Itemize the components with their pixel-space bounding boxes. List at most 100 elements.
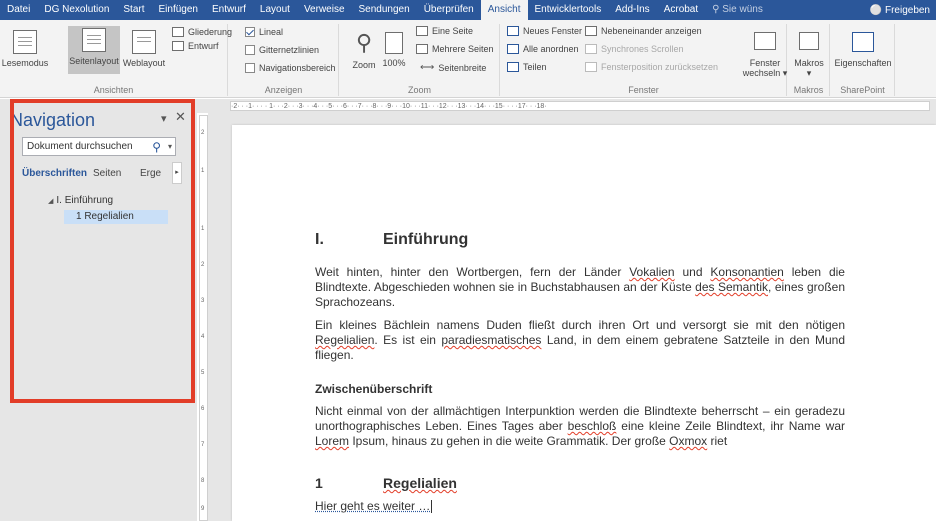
gliederung-label: Gliederung xyxy=(188,27,233,37)
tell-me-box[interactable]: ⚲ Sie wüns xyxy=(705,0,770,20)
tab-dg-nexolution[interactable]: DG Nexolution xyxy=(37,0,116,20)
subheading[interactable]: Zwischenüberschrift xyxy=(315,382,432,396)
outline-icon xyxy=(172,27,184,37)
eine-seite-button[interactable]: Eine Seite xyxy=(416,26,473,36)
lineal-checkbox[interactable]: Lineal xyxy=(245,27,283,37)
synchrones-scrollen-button[interactable]: Synchrones Scrollen xyxy=(585,44,684,54)
fenster-wechseln-label-2: wechseln ▾ xyxy=(742,68,788,78)
split-icon xyxy=(507,62,519,72)
group-label-zoom: Zoom xyxy=(407,85,431,95)
mehrere-seiten-label: Mehrere Seiten xyxy=(432,44,494,54)
tab-add-ins[interactable]: Add-Ins xyxy=(608,0,656,20)
tab-sendungen[interactable]: Sendungen xyxy=(352,0,417,20)
alle-anordnen-button[interactable]: Alle anordnen xyxy=(507,44,579,54)
navigationsbereich-check-icon xyxy=(245,63,255,73)
zoom-100-label: 100% xyxy=(382,58,406,68)
heading-2-number[interactable]: 1 xyxy=(315,475,323,491)
share-button[interactable]: ⚪ Freigeben xyxy=(870,5,936,16)
group-zoom: ⚲ Zoom 100% Eine Seite Mehrere Seiten ⟷ S… xyxy=(340,24,500,96)
navigationsbereich-checkbox[interactable]: Navigationsbereich xyxy=(245,63,336,73)
gitternetzlinien-label: Gitternetzlinien xyxy=(259,45,320,55)
seitenlayout-button[interactable]: Seitenlayout xyxy=(68,26,120,74)
vruler-num: 1 xyxy=(201,168,205,174)
page-width-icon: ⟷ xyxy=(420,62,435,73)
person-icon: ⚪ xyxy=(869,4,882,16)
tab-ansicht[interactable]: Ansicht xyxy=(480,0,528,20)
horizontal-ruler[interactable]: ·2· · ·1· · · · 1· · ·2· · ·3· · ·4· · ·… xyxy=(230,101,930,111)
entwurf-label: Entwurf xyxy=(188,41,219,51)
p1-text: Weit hinten, hinter den Wortbergen, fern… xyxy=(315,265,630,279)
fenster-wechseln-label-1: Fenster xyxy=(749,58,781,68)
group-label-ansichten: Ansichten xyxy=(93,85,134,95)
paragraph-3[interactable]: Nicht einmal von der allmächtigen Interp… xyxy=(315,404,845,449)
group-label-anzeigen: Anzeigen xyxy=(264,85,303,95)
tab-acrobat[interactable]: Acrobat xyxy=(657,0,705,20)
draft-icon xyxy=(172,41,184,51)
p3-misspelled-word: Oxmox xyxy=(669,434,708,448)
group-fenster: Neues Fenster Alle anordnen Teilen Neben… xyxy=(501,24,787,96)
p1-misspelled-word: Vokalien xyxy=(629,265,675,279)
p3-misspelled-word: beschloß xyxy=(567,419,617,433)
p1-text: und xyxy=(674,265,711,279)
paragraph-2[interactable]: Ein kleines Bächlein namens Duden fließt… xyxy=(315,318,845,363)
group-anzeigen: Lineal Gitternetzlinien Navigationsberei… xyxy=(229,24,339,96)
neues-fenster-button[interactable]: Neues Fenster xyxy=(507,26,582,36)
tab-layout[interactable]: Layout xyxy=(253,0,297,20)
word-window: Datei DG Nexolution Start Einfügen Entwu… xyxy=(0,0,936,521)
fensterposition-label: Fensterposition zurücksetzen xyxy=(601,62,719,72)
seitenbreite-label: Seitenbreite xyxy=(438,62,487,73)
paragraph-4[interactable]: Hier geht es weiter … xyxy=(315,499,433,514)
fenster-wechseln-text: wechseln xyxy=(742,68,781,78)
gitternetzlinien-check-icon xyxy=(245,45,255,55)
multiple-pages-icon xyxy=(416,44,428,54)
zoom-100-button[interactable]: 100% xyxy=(382,30,406,68)
heading-1-text[interactable]: Einführung xyxy=(383,231,468,249)
group-sharepoint: Eigenschaften SharePoint xyxy=(831,24,895,96)
eigenschaften-button[interactable]: Eigenschaften xyxy=(833,30,893,68)
weblayout-button[interactable]: Weblayout xyxy=(122,28,166,68)
tab-entwicklertools[interactable]: Entwicklertools xyxy=(528,0,609,20)
zoom-label: Zoom xyxy=(352,60,376,70)
ribbon-tab-bar: Datei DG Nexolution Start Einfügen Entwu… xyxy=(0,0,936,20)
fenster-wechseln-button[interactable]: Fenster wechseln ▾ xyxy=(742,30,788,79)
vruler-num: 2 xyxy=(201,130,205,136)
gliederung-button[interactable]: Gliederung xyxy=(172,27,232,37)
teilen-button[interactable]: Teilen xyxy=(507,62,547,72)
mehrere-seiten-button[interactable]: Mehrere Seiten xyxy=(416,44,494,54)
arrange-all-icon xyxy=(507,44,519,54)
share-label: Freigeben xyxy=(884,4,930,16)
lightbulb-icon: ⚲ xyxy=(712,4,720,15)
ribbon: Lesemodus Seitenlayout Weblayout Glieder… xyxy=(0,20,936,98)
lesemodus-label: Lesemodus xyxy=(1,58,49,68)
heading-1-number[interactable]: I. xyxy=(315,231,324,249)
tab-ueberpruefen[interactable]: Überprüfen xyxy=(417,0,481,20)
tab-einfuegen[interactable]: Einfügen xyxy=(152,0,205,20)
seitenbreite-button[interactable]: ⟷ Seitenbreite xyxy=(420,62,486,73)
zoom-button[interactable]: ⚲ Zoom xyxy=(350,30,378,70)
entwurf-button[interactable]: Entwurf xyxy=(172,41,219,51)
fensterposition-button[interactable]: Fensterposition zurücksetzen xyxy=(585,62,718,72)
vruler-num: 1 xyxy=(201,226,205,232)
print-layout-icon xyxy=(82,28,106,52)
tab-entwurf[interactable]: Entwurf xyxy=(205,0,253,20)
nebeneinander-button[interactable]: Nebeneinander anzeigen xyxy=(585,26,702,36)
one-page-icon xyxy=(416,26,428,36)
vertical-ruler[interactable]: 2 1 1 2 3 4 5 6 7 8 9 xyxy=(199,115,208,521)
vruler-num: 4 xyxy=(201,334,205,340)
text-cursor xyxy=(431,500,433,514)
gitternetzlinien-checkbox[interactable]: Gitternetzlinien xyxy=(245,45,319,55)
group-label-makros: Makros xyxy=(793,85,824,95)
tab-datei[interactable]: Datei xyxy=(0,0,37,20)
tab-verweise[interactable]: Verweise xyxy=(297,0,352,20)
group-ansichten: Lesemodus Seitenlayout Weblayout Glieder… xyxy=(0,24,232,96)
heading-2-text[interactable]: Regelialien xyxy=(383,475,457,491)
tab-start[interactable]: Start xyxy=(116,0,151,20)
paragraph-1[interactable]: Weit hinten, hinter den Wortbergen, fern… xyxy=(315,265,845,310)
macros-icon xyxy=(799,32,819,50)
makros-button[interactable]: Makros ▾ xyxy=(791,30,827,79)
new-window-icon xyxy=(507,26,519,36)
page-100-icon xyxy=(385,32,403,54)
synchrones-label: Synchrones Scrollen xyxy=(601,44,684,54)
seitenlayout-label: Seitenlayout xyxy=(69,56,119,66)
lesemodus-button[interactable]: Lesemodus xyxy=(2,28,48,68)
